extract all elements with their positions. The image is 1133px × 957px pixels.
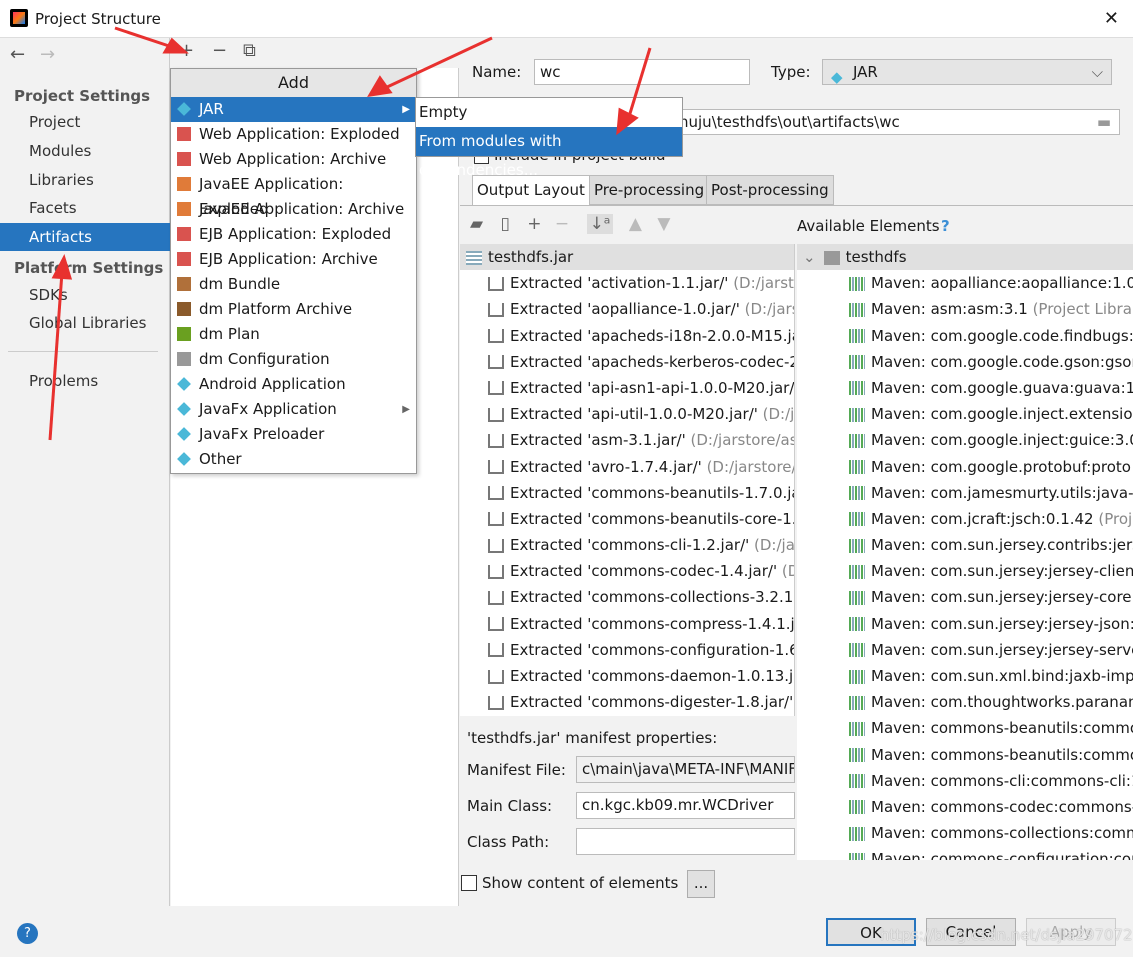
- annotation-arrows: [48, 26, 652, 441]
- arrow-to-add: [114, 26, 176, 50]
- arrow-to-jar: [384, 36, 493, 90]
- arrow-to-from-modules: [626, 47, 652, 121]
- arrow-to-artifacts: [48, 271, 64, 441]
